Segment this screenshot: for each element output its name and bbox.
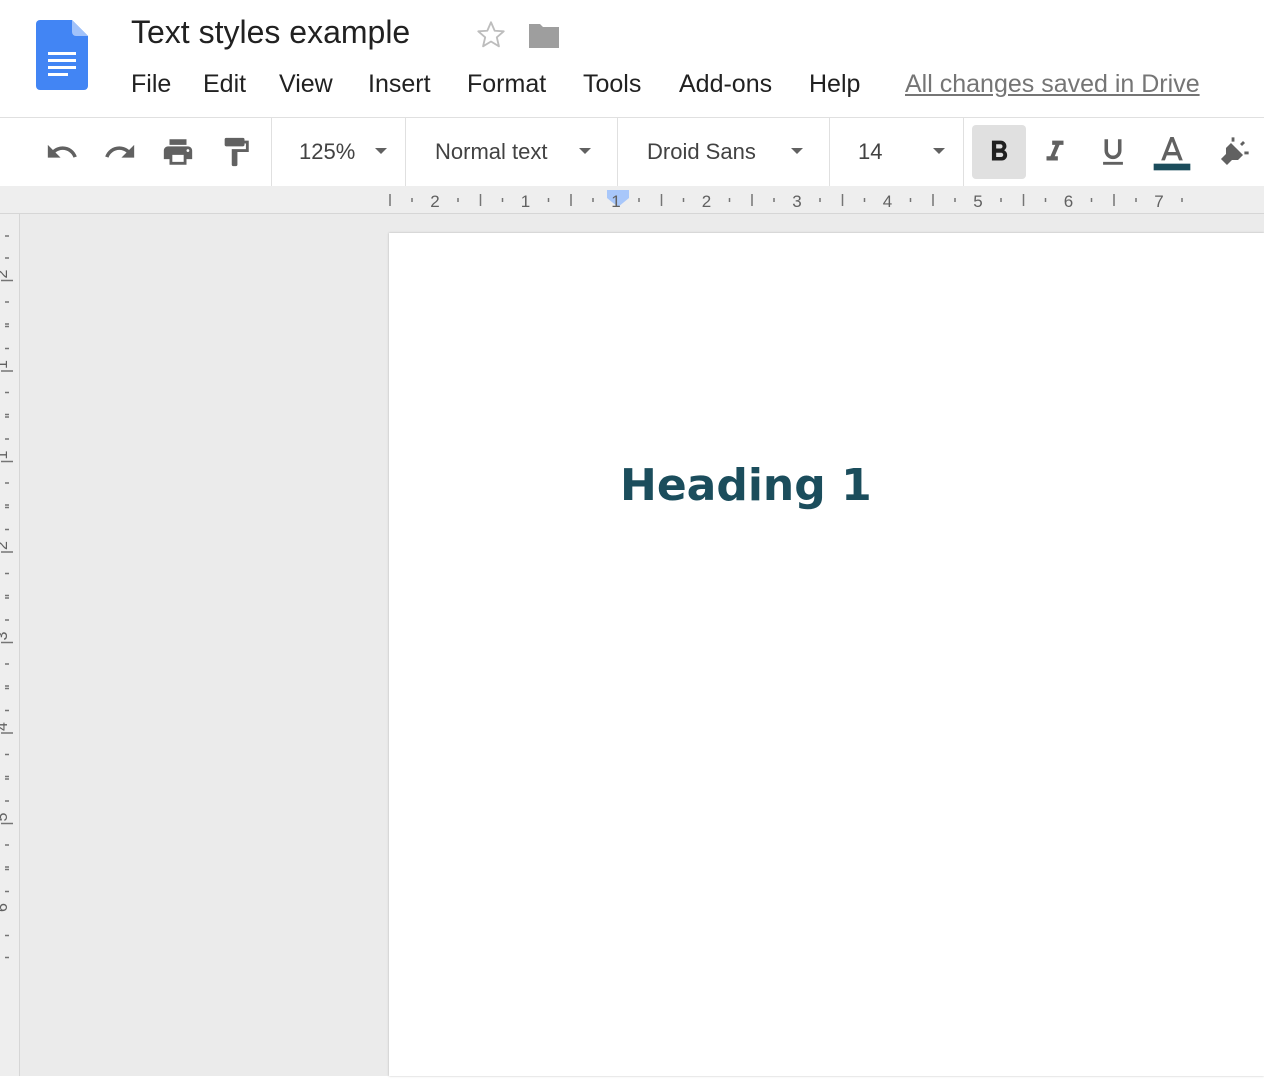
highlight-button[interactable] — [1214, 132, 1254, 172]
redo-button[interactable] — [100, 132, 140, 172]
font-select[interactable]: Droid Sans — [647, 118, 756, 186]
ruler-label: 5 — [973, 192, 982, 211]
formatting-toolbar: 125% Normal text Droid Sans 14 — [0, 117, 1264, 187]
font-size-select[interactable]: 14 — [858, 118, 882, 186]
text-color-button[interactable] — [1152, 132, 1192, 172]
ruler-label: 3 — [0, 631, 11, 640]
menu-help[interactable]: Help — [809, 70, 860, 99]
italic-icon — [1046, 140, 1064, 161]
undo-icon — [47, 144, 77, 158]
toolbar-separator — [405, 118, 406, 186]
chevron-down-icon — [579, 148, 591, 154]
document-title[interactable]: Text styles example — [131, 14, 410, 51]
text-color-icon — [1153, 137, 1191, 171]
toolbar-separator — [963, 118, 964, 186]
ruler-label: 2 — [0, 269, 11, 278]
ruler-label: 5 — [0, 812, 11, 821]
ruler-label: 2 — [0, 541, 11, 550]
save-status-link[interactable]: All changes saved in Drive — [905, 70, 1200, 99]
menu-add-ons[interactable]: Add-ons — [679, 70, 772, 99]
zoom-select[interactable]: 125% — [299, 118, 355, 186]
toolbar-separator — [617, 118, 618, 186]
ruler-label: 1 — [0, 450, 11, 459]
vertical-ruler[interactable]: 2 1 1 2 3 4 5 6 — [0, 189, 20, 1076]
google-docs-icon[interactable] — [36, 20, 88, 90]
menu-view[interactable]: View — [279, 70, 333, 99]
ruler-label: 2 — [430, 192, 439, 211]
menu-format[interactable]: Format — [467, 70, 546, 99]
toolbar-separator — [271, 118, 272, 186]
bold-button[interactable] — [972, 125, 1026, 179]
paint-format-icon — [224, 137, 249, 167]
ruler-label: 4 — [883, 192, 892, 211]
highlight-icon — [1220, 137, 1249, 166]
menu-file[interactable]: File — [131, 70, 171, 99]
heading-1-text[interactable]: Heading 1 — [620, 460, 872, 511]
ruler-label: 7 — [1154, 192, 1163, 211]
italic-button[interactable] — [1035, 132, 1075, 172]
horizontal-ruler[interactable]: 2 1 1 2 3 4 5 6 7 — [0, 186, 1264, 214]
ruler-label: 6 — [0, 903, 11, 912]
ruler-label: 3 — [792, 192, 801, 211]
ruler-label: 4 — [0, 722, 11, 731]
style-select[interactable]: Normal text — [435, 118, 547, 186]
ruler-label: 1 — [0, 360, 11, 369]
underline-icon — [1103, 139, 1123, 165]
bold-icon — [991, 140, 1008, 161]
docs-header: Text styles example File Edit View Inser… — [0, 0, 1264, 117]
chevron-down-icon — [791, 148, 803, 154]
folder-icon[interactable] — [527, 22, 561, 50]
ruler-label: 1 — [611, 192, 620, 211]
star-outline-icon[interactable] — [474, 18, 508, 52]
print-button[interactable] — [158, 132, 198, 172]
ruler-label: 1 — [521, 192, 530, 211]
ruler-label: 6 — [1064, 192, 1073, 211]
document-page[interactable] — [389, 233, 1264, 1076]
menu-tools[interactable]: Tools — [583, 70, 641, 99]
ruler-label: 2 — [702, 192, 711, 211]
undo-button[interactable] — [42, 132, 82, 172]
chevron-down-icon — [375, 148, 387, 154]
menu-edit[interactable]: Edit — [203, 70, 246, 99]
chevron-down-icon — [933, 148, 945, 154]
redo-icon — [105, 144, 135, 158]
toolbar-separator — [829, 118, 830, 186]
print-icon — [163, 139, 193, 165]
paint-format-button[interactable] — [216, 132, 256, 172]
underline-button[interactable] — [1093, 132, 1133, 172]
menu-insert[interactable]: Insert — [368, 70, 431, 99]
